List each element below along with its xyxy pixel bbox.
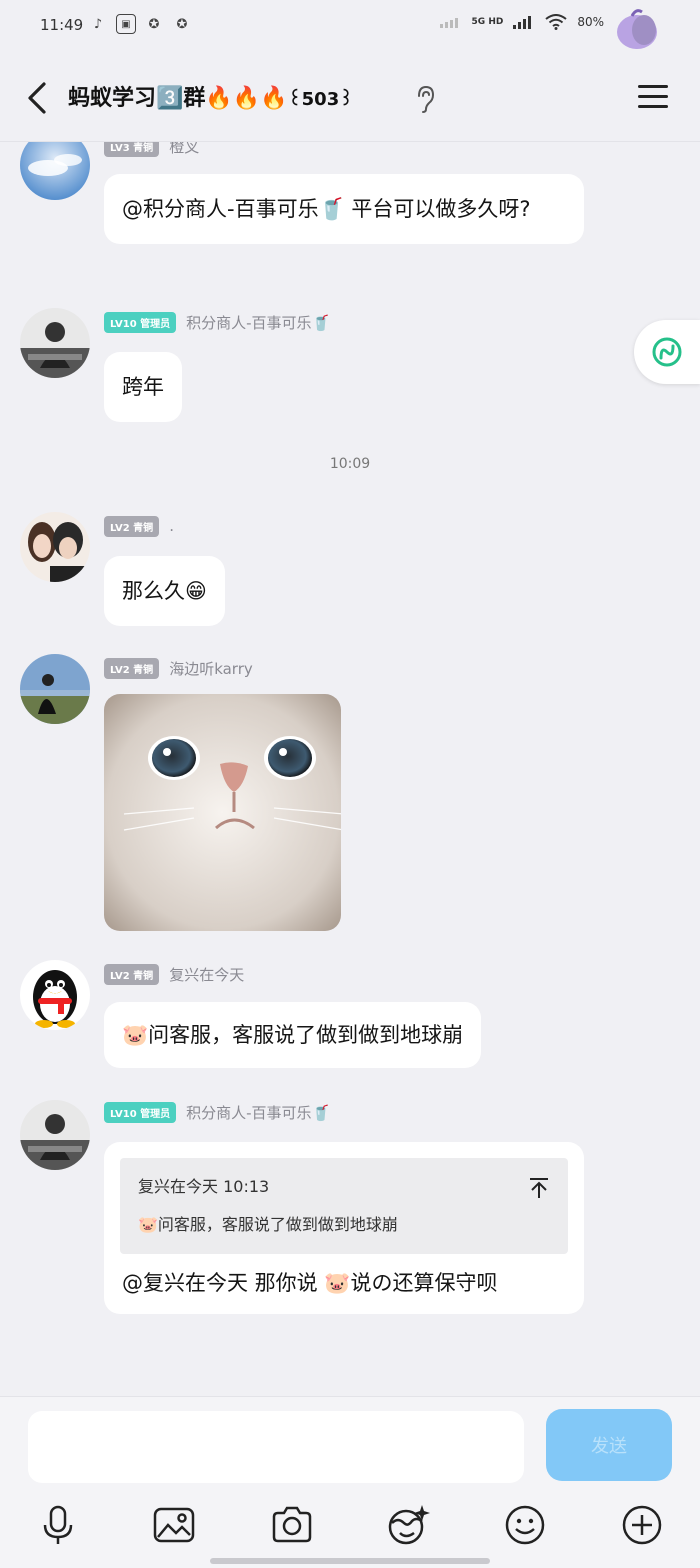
message-bubble[interactable]: @积分商人-百事可乐🥤 平台可以做多久呀? <box>104 174 584 244</box>
input-toolbar <box>0 1497 700 1553</box>
menu-icon[interactable] <box>636 82 670 112</box>
quoted-message[interactable]: 复兴在今天 10:13 🐷问客服，客服说了做到做到地球崩 <box>120 1158 568 1254</box>
message-text: @积分商人-百事可乐🥤 平台可以做多久呀? <box>122 197 531 221</box>
avatar[interactable] <box>20 654 90 724</box>
message-text: @复兴在今天 那你说 🐷说の还算保守呗 <box>122 1271 498 1295</box>
quote-text: 🐷问客服，客服说了做到做到地球崩 <box>138 1215 398 1234</box>
jump-to-quote-icon[interactable] <box>528 1176 550 1200</box>
image-icon[interactable] <box>152 1503 196 1547</box>
message-text: 🐷问客服，客服说了做到做到地球崩 <box>122 1023 464 1047</box>
emoji-icon[interactable] <box>503 1503 547 1547</box>
network-type: 5G HD <box>471 17 504 27</box>
message-list[interactable]: LV3 青铜 橙叉 @积分商人-百事可乐🥤 平台可以做多久呀? LV10 管理员… <box>0 142 700 1396</box>
message-meta: LV2 青铜 海边听karry <box>104 656 253 680</box>
message-bubble[interactable]: 🐷问客服，客服说了做到做到地球崩 <box>104 1002 482 1068</box>
admin-badge: LV10 管理员 <box>104 311 177 333</box>
message-meta: LV10 管理员 积分商人-百事可乐🥤 <box>104 310 330 334</box>
message-text: 那么久😁 <box>122 579 207 603</box>
message-meta: LV2 青铜 复兴在今天 <box>104 962 244 986</box>
sender-name[interactable]: 橙叉 <box>169 142 199 157</box>
sender-name[interactable]: 复兴在今天 <box>169 964 244 985</box>
level-badge: LV3 青铜 <box>104 142 160 157</box>
battery-level: 80% <box>577 15 604 29</box>
avatar[interactable] <box>20 142 90 200</box>
user-avatar-icon[interactable] <box>614 8 660 50</box>
member-count: ꒰503꒱ <box>287 89 354 110</box>
image-message[interactable] <box>104 694 341 931</box>
quote-author-time: 复兴在今天 10:13 <box>138 1177 270 1196</box>
message-meta: LV3 青铜 橙叉 <box>104 142 199 158</box>
avatar[interactable] <box>20 1100 90 1170</box>
message-bubble[interactable]: 跨年 <box>104 352 182 422</box>
avatar[interactable] <box>20 512 90 582</box>
aperture-icon: ✪ <box>148 16 160 32</box>
wifi-icon <box>545 14 567 30</box>
sender-name[interactable]: . <box>169 517 174 535</box>
signal-icon <box>513 16 532 29</box>
penguin-icon <box>33 970 77 1028</box>
reply-bubble[interactable]: 复兴在今天 10:13 🐷问客服，客服说了做到做到地球崩 @复兴在今天 那你说 … <box>104 1142 584 1314</box>
home-indicator[interactable] <box>210 1558 490 1564</box>
tiktok-icon: ♪ <box>93 16 103 32</box>
kitten-image <box>104 694 341 931</box>
group-title: 蚂蚁学习3️⃣群🔥🔥🔥꒰503꒱ <box>68 80 353 112</box>
signal-weak-icon <box>439 18 458 28</box>
avatar[interactable] <box>20 308 90 378</box>
send-button[interactable]: 发送 <box>546 1409 672 1481</box>
plus-icon[interactable] <box>620 1503 664 1547</box>
level-badge: LV2 青铜 <box>104 515 160 537</box>
message-meta: LV2 青铜 . <box>104 514 174 538</box>
level-badge: LV2 青铜 <box>104 963 160 985</box>
admin-badge: LV10 管理员 <box>104 1101 177 1123</box>
floating-assistant-button[interactable] <box>634 320 700 384</box>
message-input[interactable] <box>28 1411 524 1483</box>
sender-name[interactable]: 积分商人-百事可乐🥤 <box>186 312 330 333</box>
chat-header: 蚂蚁学习3️⃣群🔥🔥🔥꒰503꒱ <box>0 56 700 142</box>
status-time: 11:49 <box>40 16 84 34</box>
doodle-icon[interactable] <box>386 1503 430 1547</box>
avatar[interactable] <box>20 960 90 1030</box>
group-name: 蚂蚁学习3️⃣群🔥🔥🔥 <box>68 86 288 111</box>
swirl-icon <box>652 337 682 367</box>
app-icon: ▣ <box>116 14 136 34</box>
message-bubble[interactable]: 那么久😁 <box>104 556 225 626</box>
time-divider: 10:09 <box>329 456 371 472</box>
back-arrow-icon[interactable] <box>22 78 54 118</box>
level-badge: LV2 青铜 <box>104 657 160 679</box>
notification-icons: ♪ ▣ ✪ ✪ <box>88 14 192 34</box>
input-area: 发送 <box>0 1396 700 1568</box>
ear-icon[interactable] <box>412 84 438 114</box>
mic-icon[interactable] <box>36 1503 80 1547</box>
status-right: 5G HD 80% <box>439 14 604 30</box>
camera-icon[interactable] <box>270 1503 314 1547</box>
message-text: 跨年 <box>122 375 164 399</box>
sender-name[interactable]: 积分商人-百事可乐🥤 <box>186 1102 330 1123</box>
status-bar: 11:49 ♪ ▣ ✪ ✪ 5G HD 80% <box>0 0 700 56</box>
sender-name[interactable]: 海边听karry <box>169 658 253 679</box>
aperture-icon-2: ✪ <box>176 16 188 32</box>
message-meta: LV10 管理员 积分商人-百事可乐🥤 <box>104 1100 330 1124</box>
